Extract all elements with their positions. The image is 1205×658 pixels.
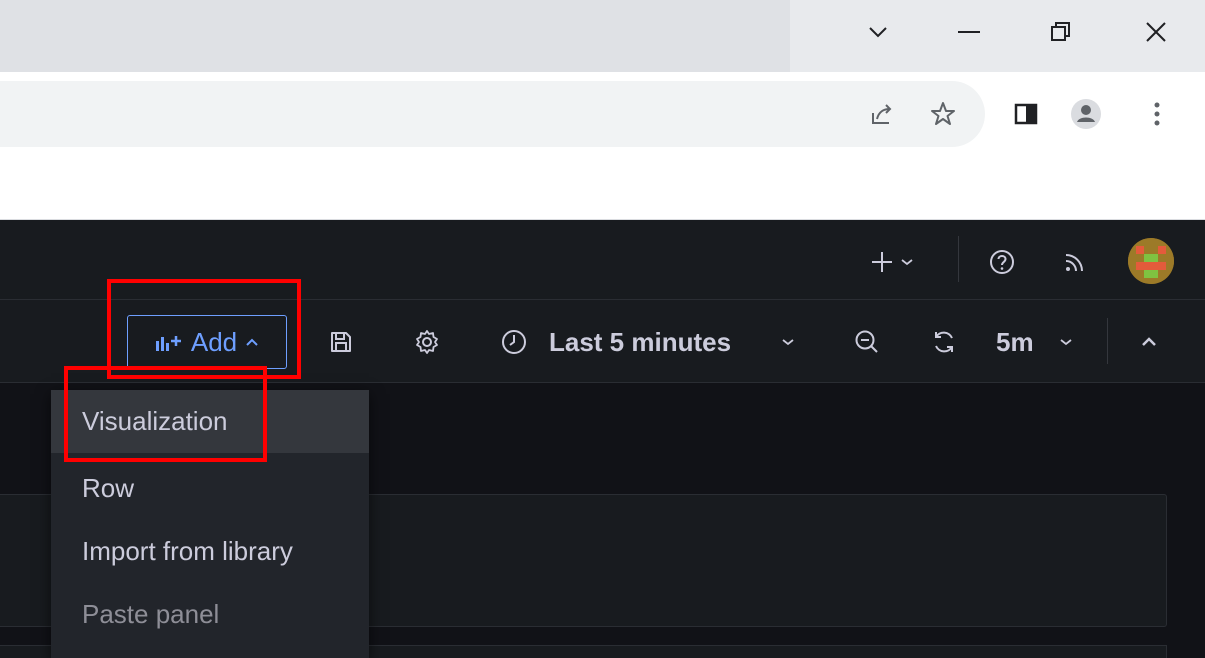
avatar[interactable] [1128, 238, 1174, 284]
refresh-button[interactable] [929, 315, 959, 369]
menu-item-visualization[interactable]: Visualization [51, 390, 369, 453]
share-button[interactable] [862, 94, 902, 134]
collapse-toolbar-button[interactable] [1134, 315, 1164, 369]
news-button[interactable] [1057, 244, 1093, 280]
rss-icon [1065, 254, 1083, 272]
zoom-out-icon [855, 330, 878, 353]
save-icon [331, 332, 351, 352]
add-panel-icon [155, 336, 181, 351]
browser-menu-button[interactable] [1137, 94, 1177, 134]
refresh-interval-picker[interactable]: 5m [996, 315, 1034, 369]
save-dashboard-button[interactable] [326, 315, 356, 369]
kebab-menu-icon [1154, 102, 1160, 126]
chevron-up-icon [1142, 337, 1156, 346]
menu-item-row[interactable]: Row [51, 457, 369, 520]
share-icon [872, 104, 892, 124]
refresh-interval-dropdown[interactable] [1056, 315, 1076, 369]
star-icon [931, 102, 955, 125]
side-panel-button[interactable] [1006, 94, 1046, 134]
avatar-image [1128, 238, 1174, 284]
chevron-down-icon [1060, 339, 1072, 346]
nav-divider [958, 236, 959, 282]
minimize-icon [958, 31, 980, 33]
chevron-down-icon [901, 259, 913, 266]
grafana-top-nav [0, 220, 1205, 300]
close-button[interactable] [1136, 12, 1176, 52]
add-button[interactable]: Add [127, 315, 287, 369]
address-bar[interactable] [0, 81, 985, 147]
bookmark-button[interactable] [923, 94, 963, 134]
chevron-up-icon [246, 338, 258, 346]
time-range-picker[interactable]: Last 5 minutes [549, 315, 731, 369]
new-menu-button[interactable] [862, 244, 922, 280]
restore-button[interactable] [1041, 12, 1081, 52]
add-button-label: Add [190, 326, 238, 357]
zoom-out-button[interactable] [852, 315, 882, 369]
refresh-icon [935, 331, 953, 353]
profile-button[interactable] [1066, 94, 1106, 134]
minimize-button[interactable] [949, 12, 989, 52]
plus-icon [872, 252, 892, 272]
chevron-down-icon [782, 339, 794, 346]
close-icon [1146, 22, 1166, 42]
dashboard-settings-button[interactable] [412, 315, 442, 369]
restore-icon [1051, 22, 1070, 41]
help-button[interactable] [984, 244, 1020, 280]
profile-icon [1071, 99, 1101, 129]
menu-item-paste-panel[interactable]: Paste panel [51, 583, 369, 646]
time-picker-clock[interactable] [499, 315, 529, 369]
menu-item-import-from-library[interactable]: Import from library [51, 520, 369, 583]
toolbar-divider [1107, 318, 1108, 364]
clock-icon [502, 330, 526, 354]
add-menu: Visualization Row Import from library Pa… [51, 390, 369, 658]
bookmarks-bar [0, 157, 1205, 220]
tab-search-button[interactable] [858, 12, 898, 52]
gear-icon [416, 330, 438, 354]
time-range-dropdown[interactable] [778, 315, 798, 369]
help-icon [990, 250, 1014, 274]
chevron-down-icon [869, 27, 887, 38]
side-panel-icon [1014, 103, 1038, 125]
